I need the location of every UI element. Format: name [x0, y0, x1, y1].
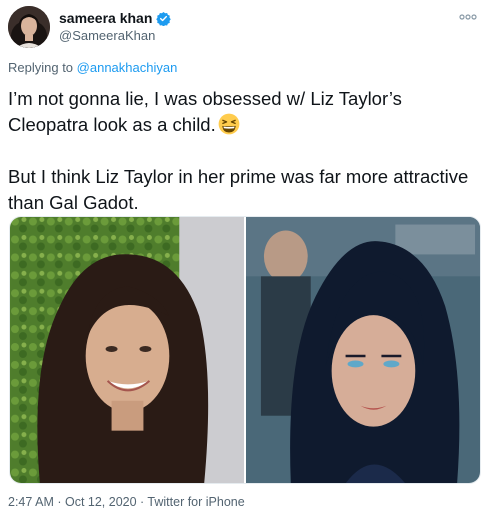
replying-to: Replying to @annakhachiyan [8, 60, 177, 75]
tweet: sameera khan @SameeraKhan Replying to @a… [0, 0, 490, 515]
avatar[interactable] [8, 6, 50, 48]
display-name[interactable]: sameera khan [59, 10, 152, 26]
tweet-header: sameera khan @SameeraKhan [8, 6, 482, 48]
replying-to-label: Replying to [8, 60, 77, 75]
more-options-icon[interactable] [458, 10, 478, 22]
photo-left[interactable] [10, 217, 244, 483]
media-grid [9, 216, 481, 484]
user-handle[interactable]: @SameeraKhan [59, 28, 155, 43]
tweet-paragraph: But I think Liz Taylor in her prime was … [8, 166, 469, 213]
reply-mention-link[interactable]: @annakhachiyan [77, 60, 178, 75]
name-row: sameera khan [59, 10, 172, 26]
tweet-timestamp[interactable]: 2:47 AM · Oct 12, 2020 · Twitter for iPh… [8, 495, 245, 509]
tweet-paragraph-text: I’m not gonna lie, I was obsessed w/ Liz… [8, 88, 402, 135]
tweet-text: I’m not gonna lie, I was obsessed w/ Liz… [8, 86, 478, 216]
photo-right[interactable] [246, 217, 480, 483]
tweet-paragraph: I’m not gonna lie, I was obsessed w/ Liz… [8, 86, 478, 138]
verified-badge-icon [156, 11, 172, 26]
grinning-squinting-face-emoji-icon [218, 113, 240, 135]
